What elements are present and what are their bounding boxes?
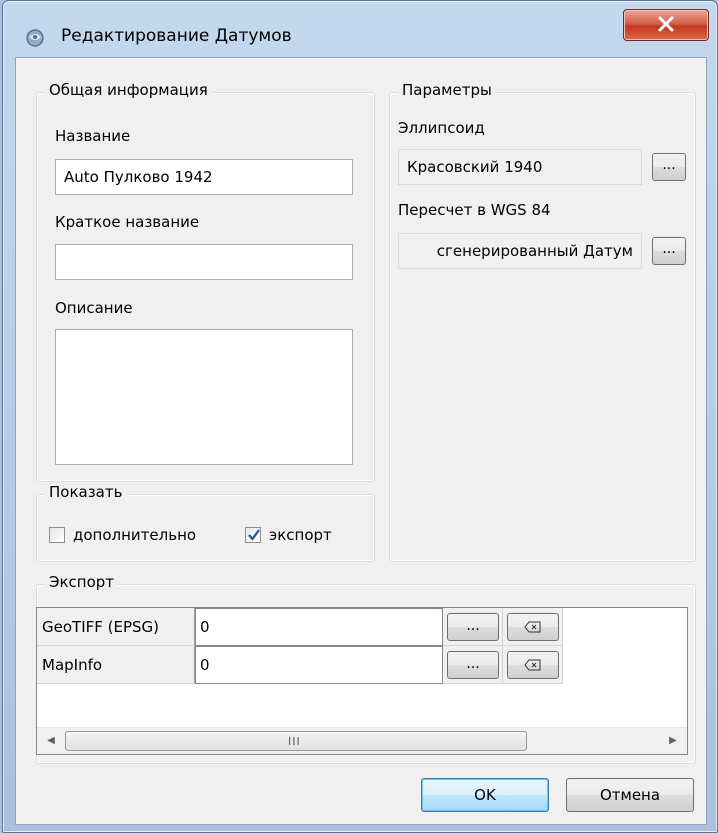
description-field[interactable] [55, 329, 353, 465]
parameters-legend: Параметры [398, 81, 496, 99]
ellipsoid-field[interactable]: Красовский 1940 [398, 149, 642, 185]
wgs84-field[interactable]: сгенерированный Датум [398, 233, 642, 269]
export-row-clear-button[interactable] [507, 613, 559, 641]
scrollbar-grip-icon: III [288, 735, 301, 748]
ok-button[interactable]: OK [421, 778, 549, 812]
close-button[interactable] [623, 9, 709, 41]
scroll-left-icon[interactable]: ◀ [39, 728, 63, 754]
backspace-icon [524, 659, 541, 671]
scrollbar-thumb[interactable]: III [65, 731, 527, 751]
name-field[interactable]: Auto Пулково 1942 [55, 159, 353, 195]
table-row: GeoTIFF (EPSG) 0 ... [37, 608, 687, 646]
checkmark-icon [248, 529, 260, 541]
export-row-clear-cell [503, 608, 563, 646]
export-row-name: GeoTIFF (EPSG) [37, 608, 195, 646]
parameters-group: Параметры Эллипсоид Красовский 1940 ... … [389, 81, 696, 562]
dialog-window: Редактирование Датумов Общая информация … [2, 0, 718, 833]
cancel-button[interactable]: Отмена [566, 778, 694, 812]
export-row-browse-button[interactable]: ... [447, 651, 499, 679]
name-label: Название [55, 127, 131, 145]
title-bar[interactable]: Редактирование Датумов [3, 1, 717, 57]
wgs84-browse-button[interactable]: ... [652, 237, 686, 265]
show-legend: Показать [45, 483, 127, 501]
export-row-browse-cell: ... [443, 646, 503, 684]
table-row: MapInfo 0 ... [37, 646, 687, 684]
export-grid: GeoTIFF (EPSG) 0 ... MapInfo 0 ... ◀ III… [36, 607, 688, 755]
datum-app-icon [25, 28, 45, 48]
export-row-clear-button[interactable] [507, 651, 559, 679]
scroll-right-icon[interactable]: ▶ [661, 728, 685, 754]
export-row-clear-cell [503, 646, 563, 684]
extra-checkbox-label: дополнительно [73, 526, 197, 544]
export-checkbox[interactable]: экспорт [245, 526, 332, 544]
extra-checkbox-box[interactable] [49, 527, 65, 543]
export-row-name: MapInfo [37, 646, 195, 684]
export-row-browse-cell: ... [443, 608, 503, 646]
dialog-body: Общая информация Название Auto Пулково 1… [15, 57, 707, 825]
export-legend: Экспорт [45, 573, 119, 591]
window-title: Редактирование Датумов [61, 26, 292, 46]
wgs84-label: Пересчет в WGS 84 [398, 201, 551, 219]
general-info-legend: Общая информация [45, 81, 212, 99]
export-checkbox-box[interactable] [245, 527, 261, 543]
short-name-label: Краткое название [55, 213, 200, 231]
backspace-icon [524, 621, 541, 633]
general-info-group: Общая информация Название Auto Пулково 1… [36, 81, 375, 482]
show-group: Показать дополнительно экспорт [36, 483, 375, 562]
export-row-value[interactable]: 0 [195, 646, 443, 684]
export-checkbox-label: экспорт [269, 526, 332, 544]
short-name-field[interactable] [55, 244, 353, 280]
export-row-value[interactable]: 0 [195, 608, 443, 646]
description-label: Описание [55, 299, 133, 317]
ellipsoid-label: Эллипсоид [398, 119, 485, 137]
horizontal-scrollbar[interactable]: ◀ III ▶ [37, 727, 687, 754]
ellipsoid-browse-button[interactable]: ... [652, 153, 686, 181]
extra-checkbox[interactable]: дополнительно [49, 526, 196, 544]
close-icon [658, 16, 674, 32]
export-row-browse-button[interactable]: ... [447, 613, 499, 641]
